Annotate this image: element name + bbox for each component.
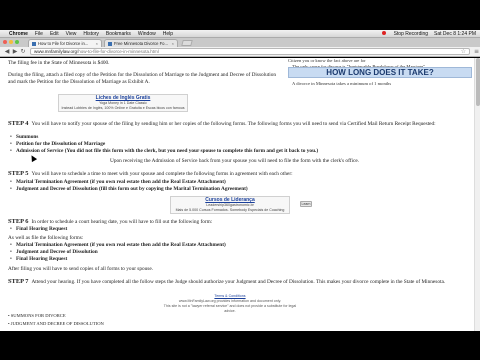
browser-toolbar: ◀ ▶ ↻ www.mnfamilylaw.org/how-to-file-fo… [0,47,480,57]
list-item: • JUDGMENT AND DECREE OF DISSOLUTION [8,321,104,326]
list-item: Marital Termination Agreement (if you ow… [10,242,226,249]
list-item: Marital Termination Agreement (if you ow… [10,179,226,186]
list-item: Summons [10,134,38,141]
step-7: STEP 7 Attend your hearing. If you have c… [8,278,446,285]
menu-item-bookmarks[interactable]: Bookmarks [106,31,131,37]
step-6: STEP 6 In order to schedule a court heari… [8,218,213,225]
tab-free-forms[interactable]: Free Minnesota Divorce Fo... × [104,39,178,47]
close-tab-icon[interactable]: × [96,41,98,46]
list-item: • SUMMONS FOR DIVORCE [8,313,66,318]
menu-item-chrome[interactable]: Chrome [9,31,28,37]
step-label: STEP 4 [8,120,29,127]
reload-icon[interactable]: ↻ [19,48,27,55]
step-label: STEP 6 [8,218,29,225]
zoom-window-icon[interactable] [15,40,19,44]
window-controls [3,40,21,44]
receiving-paragraph: Upon receiving the Admission of Service … [110,158,360,164]
scroll-thumb[interactable] [476,58,480,106]
web-page: The filing fee in the State of Minnesota… [0,58,480,331]
page-footer: Terms & Conditions www.MnFamilyLaw.org p… [160,294,300,314]
as-well-paragraph: As well as file the following forms: [8,235,84,241]
how-long-heading: HOW LONG DOES IT TAKE? [288,67,472,78]
menu-item-help[interactable]: Help [163,31,173,37]
menu-item-edit[interactable]: Edit [50,31,59,37]
close-tab-icon[interactable]: × [172,41,174,46]
menu-item-history[interactable]: History [83,31,99,37]
ad-line: Mais de 5.000 Cursos Formados. Somebody … [175,208,285,212]
menu-bar-status: Stop Recording Sat Dec 8 1:24 PM [376,31,480,37]
letterbox-bottom [0,331,480,360]
tab-strip: How to File for Divorce in... × Free Min… [0,38,480,47]
list-item: Final Hearing Request [10,226,67,233]
ad-button[interactable]: Learn [300,201,312,207]
list-item: Petition for the Dissolution of Marriage [10,141,105,148]
url-host: www.mnfamilylaw.org [34,49,78,54]
list-item: Admission of Service (You did not file t… [10,148,466,155]
favicon-icon [108,41,112,46]
record-icon [381,31,386,36]
wrench-menu-icon[interactable]: ≡ [474,48,479,55]
menu-item-file[interactable]: File [35,31,43,37]
step-5: STEP 5 You will have to schedule a time t… [8,170,293,177]
ad-line: Instead Lobbies de Inglés, 100% Online e… [61,106,185,110]
favicon-icon [32,41,36,46]
mouse-cursor-icon [28,153,38,163]
forward-arrow-icon[interactable]: ▶ [11,48,19,55]
letterbox-top [0,0,480,30]
list-item: Judgment and Decree of Dissolution (fill… [10,186,248,193]
address-bar[interactable]: www.mnfamilylaw.org/how-to-file-for-divo… [30,48,470,55]
recording-indicator[interactable]: Stop Recording [381,31,428,37]
close-window-icon[interactable] [3,40,7,44]
footer-line: This site is not a "lawyer referral serv… [163,304,297,313]
back-arrow-icon[interactable]: ◀ [3,48,11,55]
menu-bar: Chrome File Edit View History Bookmarks … [0,30,480,38]
menu-item-window[interactable]: Window [138,31,156,37]
step-4: STEP 4 You will have to notify your spous… [8,120,436,127]
menu-item-view[interactable]: View [66,31,77,37]
step-label: STEP 7 [8,278,29,285]
during-filing-paragraph: During the filing, attach a filed copy o… [8,72,277,85]
after-filing-paragraph: After filing you will have to send copie… [8,266,154,272]
bookmark-star-icon[interactable]: ☆ [461,48,466,55]
url-path: /how-to-file-for-divorce-in-minnesota.ht… [77,49,159,54]
list-item: Final Hearing Request [10,256,67,263]
new-tab-button[interactable] [181,40,193,46]
ad-banner-2[interactable]: Cursos de Liderança Leadership360gastron… [170,196,290,214]
tab-how-to-file[interactable]: How to File for Divorce in... × [28,39,102,47]
ad-banner-1[interactable]: Liches de Inglés Gratis Yoga Money in 1 … [58,94,188,112]
vertical-scrollbar[interactable] [474,58,480,331]
minimize-window-icon[interactable] [9,40,13,44]
how-long-subtext: A divorce in Minnesota takes a minimum o… [292,81,392,86]
list-item: Judgment and Decree of Dissolution [10,249,98,256]
step-label: STEP 5 [8,170,29,177]
clock[interactable]: Sat Dec 8 1:24 PM [434,31,476,37]
fee-line: The filing fee in the State of Minnesota… [8,60,110,66]
